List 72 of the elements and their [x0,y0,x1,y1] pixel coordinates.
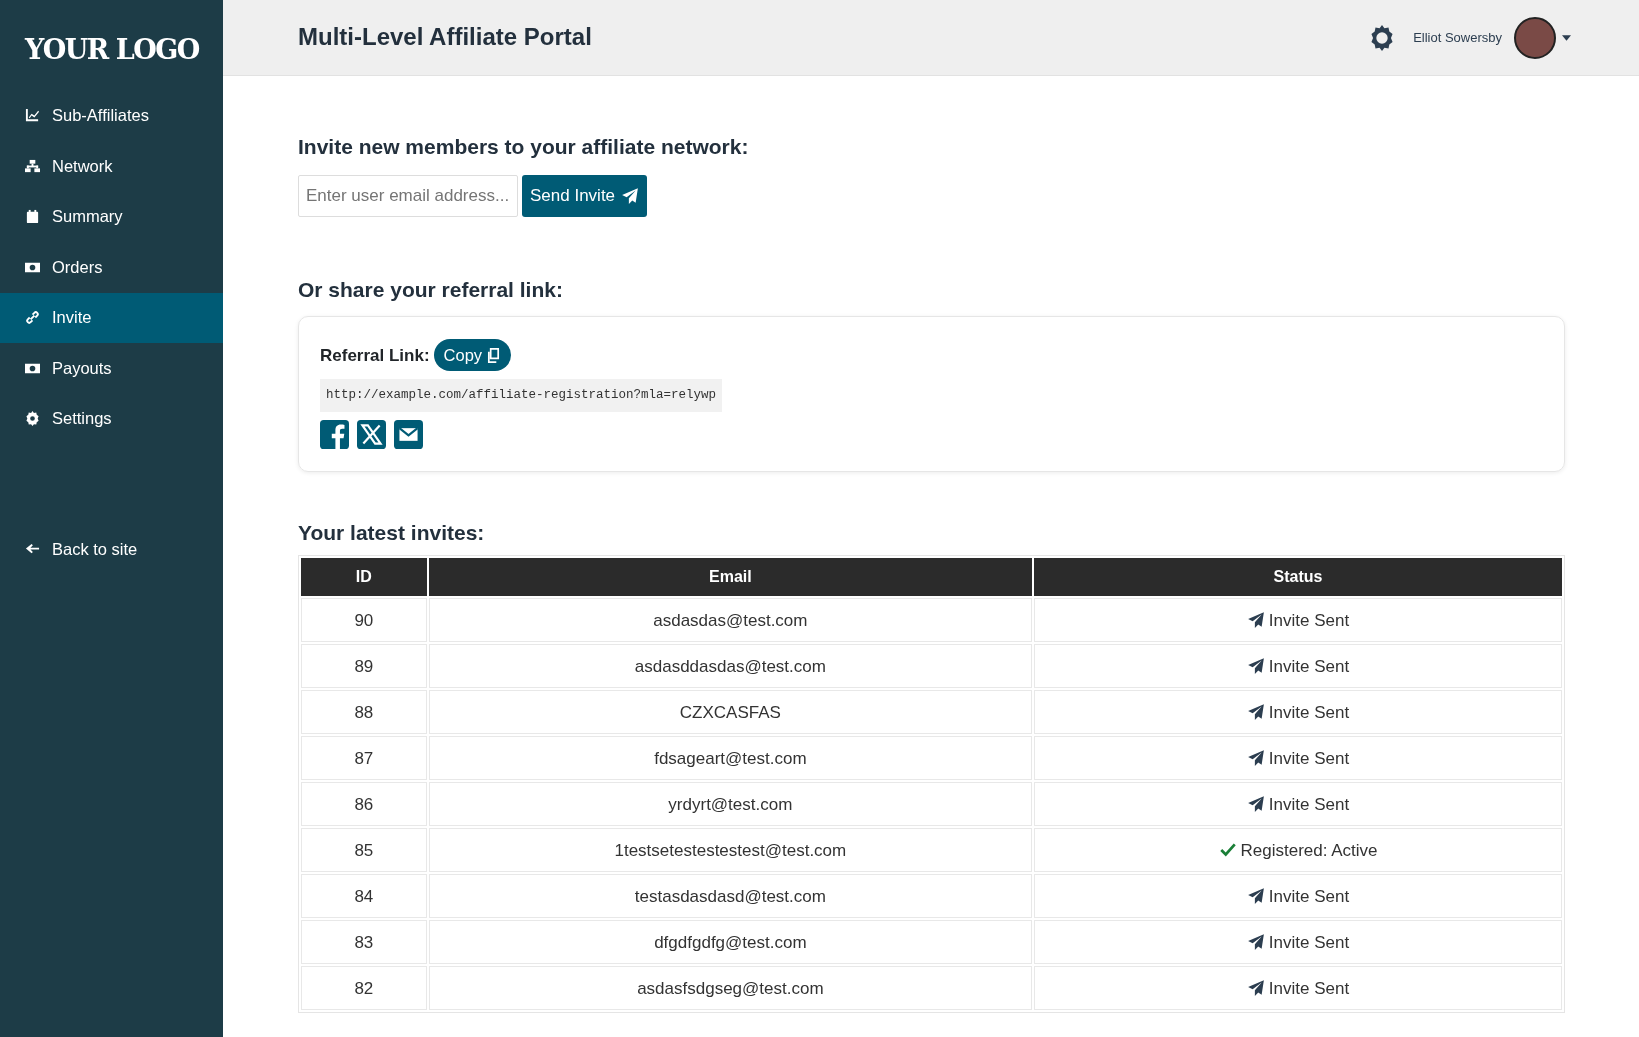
copy-icon [486,347,502,363]
table-cell: asdasdas@test.com [428,598,1033,643]
back-link[interactable]: Back to site [0,524,223,575]
paper-plane-icon [1246,610,1265,629]
sidebar-item[interactable]: Sub-Affiliates [0,90,223,141]
referral-url: http://example.com/affiliate-registration?mla=relywp [320,379,723,413]
copy-button[interactable]: Copy [433,339,512,372]
paper-plane-icon [1246,702,1265,721]
table-cell: 88 [301,690,427,735]
paper-plane-icon [1246,886,1265,905]
section-heading: Or share your referral link: [298,277,564,303]
paper-plane-icon [1246,656,1265,675]
status-cell: Invite Sent [1034,920,1562,965]
status-cell: Invite Sent [1034,598,1562,643]
envelope-icon [394,420,423,450]
table-cell: 85 [301,828,427,873]
section-heading: Your latest invites: [298,520,486,546]
logo: YOUR LOGO [23,33,200,67]
status-cell: Invite Sent [1034,966,1562,1011]
table-cell: asdasddasdas@test.com [428,644,1033,689]
table-cell: 86 [301,782,427,827]
user-name: Elliot Sowersby [1413,28,1502,47]
share-link[interactable] [394,420,423,450]
paper-plane-icon [1246,978,1265,997]
calendar-icon [25,209,40,225]
table-cell: 82 [301,966,427,1011]
sidebar-item[interactable]: Orders [0,242,223,293]
table-cell: 90 [301,598,427,643]
paper-plane-icon [621,187,640,206]
table-cell: fdsageart@test.com [428,736,1033,781]
table-cell: 87 [301,736,427,781]
status-cell: Registered: Active [1034,828,1562,873]
column-header: Email [428,558,1033,597]
network-icon [25,158,40,174]
avatar[interactable] [1514,16,1556,59]
send-invite-button[interactable]: Send Invite [522,175,648,218]
status-cell: Invite Sent [1034,736,1562,781]
page-title: Multi-Level Affiliate Portal [298,23,592,52]
section-heading: Invite new members to your affiliate network: [298,134,750,160]
share-link[interactable] [357,420,386,450]
table-cell: 89 [301,644,427,689]
table-cell: 1testsetestestestest@test.com [428,828,1033,873]
x-icon [357,420,386,450]
status-cell: Invite Sent [1034,782,1562,827]
sidebar-item[interactable]: Network [0,141,223,192]
sidebar-item[interactable]: Payouts [0,343,223,394]
table-cell: yrdyrt@test.com [428,782,1033,827]
sidebar-item[interactable]: Summary [0,191,223,242]
sidebar-item[interactable]: Settings [0,393,223,444]
status-cell: Invite Sent [1034,690,1562,735]
email-field[interactable]: Enter user email address... [298,175,518,218]
facebook-icon [320,420,349,450]
paper-plane-icon [1246,932,1265,951]
link-icon [25,310,40,326]
status-cell: Invite Sent [1034,644,1562,689]
table-cell: CZXCASFAS [428,690,1033,735]
table-cell: asdasfsdgseg@test.com [428,966,1033,1011]
share-link[interactable] [320,420,349,450]
column-header: Status [1034,558,1562,597]
column-header: ID [301,558,427,597]
gear-icon [25,411,40,427]
referral-label: Referral Link: [320,344,430,367]
table-cell: testasdasdasd@test.com [428,874,1033,919]
table-cell: 84 [301,874,427,919]
chart-icon [25,108,40,124]
status-cell: Invite Sent [1034,874,1562,919]
sidebar-item[interactable]: Invite [0,292,223,343]
table-cell: dfgdfgdfg@test.com [428,920,1033,965]
caret-icon [1562,34,1571,41]
paper-plane-icon [1246,748,1265,767]
paper-plane-icon [1246,794,1265,813]
table-cell: 83 [301,920,427,965]
